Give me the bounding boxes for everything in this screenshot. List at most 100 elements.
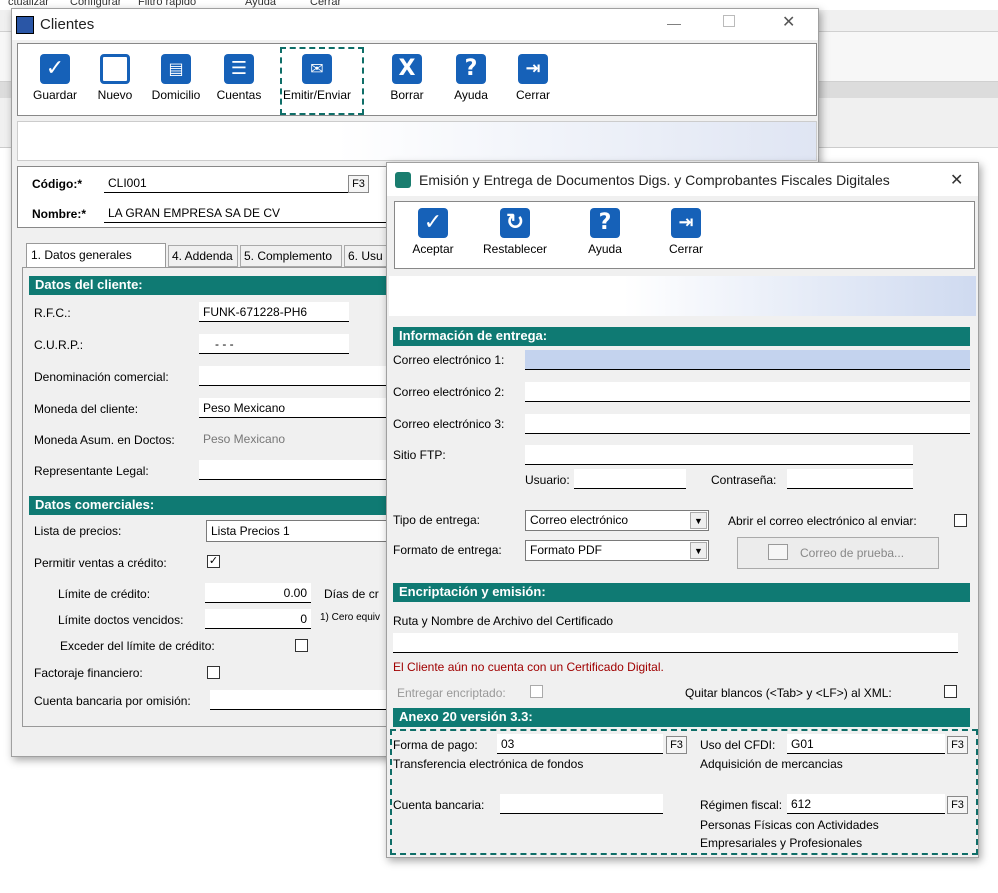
tab-usuarios[interactable]: 6. Usu	[344, 245, 390, 267]
contrasena-field[interactable]	[787, 469, 913, 489]
abrir-correo-label: Abrir el correo electrónico al enviar:	[728, 514, 917, 528]
clientes-titlebar: Clientes — ✕	[12, 9, 818, 40]
delete-icon: X	[392, 54, 422, 84]
ayuda-label: Ayuda	[454, 88, 488, 102]
minimize-icon[interactable]: —	[667, 15, 681, 31]
moneda-asum-field: Peso Mexicano	[203, 432, 286, 446]
cuenta-omision-field[interactable]	[210, 690, 400, 710]
tipo-entrega-label: Tipo de entrega:	[393, 513, 480, 527]
certificado-warning: El Cliente aún no cuenta con un Certific…	[393, 660, 664, 674]
info-entrega-header: Información de entrega:	[393, 327, 970, 346]
emitir-highlight	[280, 47, 364, 115]
formato-entrega-dropdown[interactable]: Formato PDF ▼	[525, 540, 709, 561]
codigo-field[interactable]: CLI001	[104, 173, 352, 193]
check-icon: ✓	[418, 208, 448, 238]
exit-door-icon: ⇥	[671, 208, 701, 238]
cerrar-label: Cerrar	[668, 242, 703, 256]
exceder-checkbox[interactable]	[295, 639, 308, 652]
cerrar-button-emision[interactable]: ⇥ Cerrar	[661, 208, 711, 256]
rfc-field[interactable]: FUNK-671228-PH6	[199, 302, 349, 322]
domicilio-label: Domicilio	[151, 88, 201, 102]
cerrar-button[interactable]: ⇥ Cerrar	[508, 54, 558, 102]
ayuda-button-emision[interactable]: ? Ayuda	[580, 208, 630, 256]
ftp-field[interactable]	[525, 445, 913, 465]
codigo-f3-button[interactable]: F3	[348, 175, 369, 193]
nombre-field[interactable]: LA GRAN EMPRESA SA DE CV	[104, 203, 394, 223]
abrir-correo-checkbox[interactable]	[954, 514, 967, 527]
factoraje-checkbox[interactable]	[207, 666, 220, 679]
borrar-button[interactable]: X Borrar	[383, 54, 431, 102]
maximize-icon[interactable]	[723, 15, 735, 27]
guardar-button[interactable]: ✓ Guardar	[24, 54, 86, 102]
limite-doctos-field[interactable]: 0	[205, 609, 311, 629]
correo-prueba-button[interactable]: Correo de prueba...	[737, 537, 939, 569]
denominacion-field[interactable]	[199, 366, 399, 386]
close-icon[interactable]: ✕	[782, 12, 795, 32]
quitar-blancos-checkbox[interactable]	[944, 685, 957, 698]
cuentas-label: Cuentas	[216, 88, 262, 102]
close-icon[interactable]: ✕	[950, 170, 963, 190]
tab-addenda[interactable]: 4. Addenda	[168, 245, 238, 267]
list-icon: ☰	[224, 54, 254, 84]
exit-door-icon: ⇥	[518, 54, 548, 84]
dias-credito-label: Días de cr	[324, 587, 379, 601]
ftp-label: Sitio FTP:	[393, 448, 446, 462]
formato-entrega-label: Formato de entrega:	[393, 543, 502, 557]
emision-title: Emisión y Entrega de Documentos Digs. y …	[419, 171, 890, 188]
ayuda-button[interactable]: ? Ayuda	[446, 54, 496, 102]
new-document-icon	[100, 54, 130, 84]
representante-field[interactable]	[199, 460, 399, 480]
entregar-encriptado-checkbox	[530, 685, 543, 698]
curp-label: C.U.R.P.:	[34, 338, 84, 352]
bg-menu-item[interactable]: ctualizar	[8, 0, 49, 8]
nuevo-button[interactable]: Nuevo	[90, 54, 140, 102]
curp-field[interactable]: - - -	[199, 334, 349, 354]
restablecer-label: Restablecer	[482, 242, 548, 256]
limite-credito-label: Límite de crédito:	[58, 587, 151, 601]
tab-complemento[interactable]: 5. Complemento	[240, 245, 342, 267]
permitir-credito-checkbox[interactable]: ✓	[207, 555, 220, 568]
contrasena-label: Contraseña:	[711, 473, 777, 487]
clientes-banner	[17, 121, 817, 161]
cuentas-button[interactable]: ☰ Cuentas	[211, 54, 267, 102]
refresh-icon: ↻	[500, 208, 530, 238]
bg-menu-item[interactable]: Ayuda	[245, 0, 276, 8]
correo1-label: Correo electrónico 1:	[393, 353, 505, 367]
tab-datos-generales[interactable]: 1. Datos generales	[26, 243, 166, 267]
restablecer-button[interactable]: ↻ Restablecer	[475, 208, 555, 256]
bg-menu-item[interactable]: Cerrar	[310, 0, 341, 8]
correo1-field[interactable]	[525, 350, 970, 370]
chevron-down-icon[interactable]: ▼	[690, 542, 707, 559]
permitir-credito-label: Permitir ventas a crédito:	[34, 556, 167, 570]
lista-precios-select[interactable]: Lista Precios 1	[206, 520, 401, 542]
ruta-certificado-label: Ruta y Nombre de Archivo del Certificado	[393, 614, 614, 628]
ruta-certificado-field[interactable]	[393, 633, 958, 653]
anexo-highlight	[390, 729, 978, 855]
cuenta-omision-label: Cuenta bancaria por omisión:	[34, 694, 191, 708]
domicilio-button[interactable]: ▤ Domicilio	[146, 54, 206, 102]
representante-label: Representante Legal:	[34, 464, 149, 478]
correo3-field[interactable]	[525, 414, 970, 434]
limite-credito-field[interactable]: 0.00	[205, 583, 311, 603]
correo-prueba-label: Correo de prueba...	[800, 546, 905, 560]
entregar-encriptado-label: Entregar encriptado:	[397, 686, 506, 700]
correo2-field[interactable]	[525, 382, 970, 402]
help-icon: ?	[590, 208, 620, 238]
nuevo-label: Nuevo	[97, 88, 133, 102]
address-book-icon: ▤	[161, 54, 191, 84]
correo3-label: Correo electrónico 3:	[393, 417, 505, 431]
correo2-label: Correo electrónico 2:	[393, 385, 505, 399]
factoraje-label: Factoraje financiero:	[34, 666, 143, 680]
chevron-down-icon[interactable]: ▼	[690, 512, 707, 529]
moneda-field[interactable]: Peso Mexicano	[199, 398, 399, 418]
usuario-field[interactable]	[574, 469, 686, 489]
bg-menu-item[interactable]: Configurar	[70, 0, 121, 8]
bg-menu-item[interactable]: Filtro rápido	[138, 0, 196, 8]
check-icon: ✓	[40, 54, 70, 84]
usuario-label: Usuario:	[525, 473, 570, 487]
tipo-entrega-dropdown[interactable]: Correo electrónico ▼	[525, 510, 709, 531]
aceptar-button[interactable]: ✓ Aceptar	[403, 208, 463, 256]
limite-doctos-label: Límite doctos vencidos:	[58, 613, 184, 627]
guardar-label: Guardar	[32, 88, 78, 102]
quitar-blancos-label: Quitar blancos (<Tab> y <LF>) al XML:	[685, 686, 892, 700]
